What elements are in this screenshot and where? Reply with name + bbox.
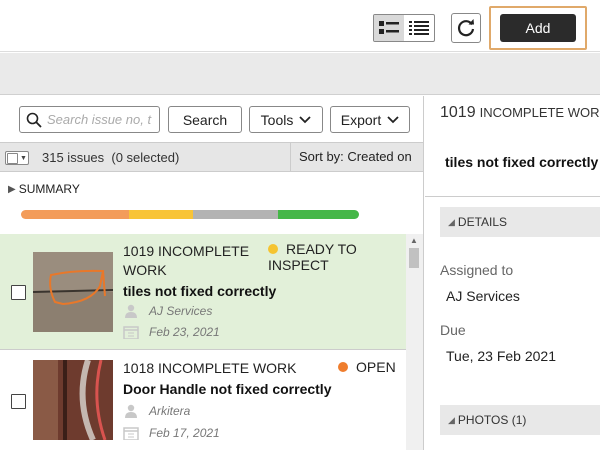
status-progress-bar bbox=[21, 210, 359, 219]
assigned-to-value: AJ Services bbox=[446, 288, 520, 304]
status-label: READY TO INSPECT bbox=[268, 241, 357, 273]
secondary-bar bbox=[0, 53, 600, 95]
status-label: OPEN bbox=[356, 359, 396, 375]
progress-segment-0 bbox=[21, 210, 130, 219]
issue-date-text: Feb 17, 2021 bbox=[149, 426, 220, 440]
scroll-thumb[interactable] bbox=[409, 248, 419, 268]
issue-assignee: Arkitera bbox=[123, 404, 190, 418]
summary-label: SUMMARY bbox=[18, 182, 80, 196]
list-compact-icon bbox=[409, 21, 429, 35]
selected-count-text: (0 selected) bbox=[111, 150, 180, 165]
details-header-label: DETAILS bbox=[457, 215, 508, 229]
progress-segment-3 bbox=[277, 210, 359, 219]
view-toggle bbox=[373, 14, 435, 42]
list-header: ▼ 315 issues (0 selected) Sort by: Creat… bbox=[0, 142, 423, 172]
calendar-icon bbox=[123, 427, 139, 440]
row-checkbox[interactable] bbox=[11, 285, 26, 300]
select-all-checkbox[interactable]: ▼ bbox=[5, 151, 29, 165]
search-button[interactable]: Search bbox=[168, 106, 242, 133]
refresh-button[interactable] bbox=[451, 13, 481, 43]
progress-segment-2 bbox=[193, 210, 278, 219]
add-button-highlight: Add bbox=[489, 6, 587, 50]
issue-thumbnail bbox=[33, 252, 113, 332]
checkbox-box bbox=[7, 152, 18, 164]
progress-segment-1 bbox=[129, 210, 194, 219]
issue-date: Feb 23, 2021 bbox=[123, 325, 220, 339]
export-dropdown[interactable]: Export bbox=[330, 106, 410, 133]
issue-date: Feb 17, 2021 bbox=[123, 426, 220, 440]
issue-status: READY TO INSPECT bbox=[268, 241, 368, 273]
chevron-down-icon bbox=[299, 115, 311, 123]
caret-down-icon: ◢ bbox=[448, 414, 455, 425]
photos-header-label: PHOTOS (1) bbox=[457, 413, 527, 427]
caret-down-icon: ▼ bbox=[20, 154, 27, 162]
issue-list-pane: Search Tools Export ▼ 315 issues (0 sele… bbox=[0, 96, 424, 450]
issue-row[interactable]: 1018 INCOMPLETE WORK OPEN Door Handle no… bbox=[0, 351, 406, 450]
issue-title: 1018 INCOMPLETE WORK bbox=[123, 360, 297, 376]
scroll-up-icon[interactable]: ▲ bbox=[410, 236, 418, 245]
assignee-name: AJ Services bbox=[149, 304, 213, 318]
person-icon bbox=[125, 404, 137, 418]
list-detail-view-button[interactable] bbox=[374, 15, 404, 41]
search-input[interactable] bbox=[47, 112, 155, 127]
issue-title: 1019 INCOMPLETE WORK bbox=[123, 243, 250, 278]
status-dot bbox=[338, 362, 348, 372]
issue-description: tiles not fixed correctly bbox=[123, 283, 277, 299]
summary-toggle[interactable]: ▶ SUMMARY bbox=[8, 182, 80, 196]
issue-description: Door Handle not fixed correctly bbox=[123, 381, 332, 397]
tools-label: Tools bbox=[260, 111, 294, 128]
export-label: Export bbox=[340, 111, 382, 128]
caret-down-icon: ◢ bbox=[448, 216, 455, 227]
sort-by-control[interactable]: Sort by: Created on bbox=[290, 143, 412, 171]
issue-detail-pane: 1019 INCOMPLETE WORK tiles not fixed corr… bbox=[425, 96, 600, 450]
tools-dropdown[interactable]: Tools bbox=[249, 106, 323, 133]
row-checkbox[interactable] bbox=[11, 394, 26, 409]
detail-number: 1019 bbox=[440, 104, 476, 121]
detail-description: tiles not fixed correctly bbox=[445, 154, 599, 170]
issue-list: 1019 INCOMPLETE WORK READY TO INSPECT ti… bbox=[0, 234, 423, 450]
calendar-icon bbox=[123, 326, 139, 339]
detail-title: 1019 INCOMPLETE WORK bbox=[440, 104, 600, 122]
issue-status: OPEN bbox=[338, 359, 396, 375]
status-dot bbox=[268, 244, 278, 254]
top-toolbar: Add bbox=[0, 0, 600, 52]
due-value: Tue, 23 Feb 2021 bbox=[446, 348, 557, 364]
person-icon bbox=[125, 304, 137, 318]
add-button[interactable]: Add bbox=[500, 14, 576, 42]
search-icon bbox=[26, 112, 42, 128]
list-compact-view-button[interactable] bbox=[404, 15, 434, 41]
list-scrollbar[interactable]: ▲ bbox=[406, 234, 423, 450]
divider bbox=[425, 196, 600, 197]
issue-date-text: Feb 23, 2021 bbox=[149, 325, 220, 339]
photos-section-header[interactable]: ◢ PHOTOS (1) bbox=[440, 405, 600, 435]
detail-type: INCOMPLETE WORK bbox=[479, 105, 600, 120]
issue-assignee: AJ Services bbox=[123, 304, 212, 318]
issue-thumbnail bbox=[33, 360, 113, 440]
chevron-down-icon bbox=[387, 115, 399, 123]
due-label: Due bbox=[440, 322, 466, 338]
details-section-header[interactable]: ◢ DETAILS bbox=[440, 207, 600, 237]
refresh-icon bbox=[457, 19, 475, 37]
issue-count: 315 issues (0 selected) bbox=[42, 150, 179, 165]
search-box bbox=[19, 106, 160, 133]
issue-count-text: 315 issues bbox=[42, 150, 105, 165]
caret-right-icon: ▶ bbox=[8, 183, 16, 195]
issue-row[interactable]: 1019 INCOMPLETE WORK READY TO INSPECT ti… bbox=[0, 234, 406, 350]
assigned-to-label: Assigned to bbox=[440, 262, 514, 278]
list-detail-icon bbox=[379, 21, 399, 34]
assignee-name: Arkitera bbox=[149, 404, 191, 418]
